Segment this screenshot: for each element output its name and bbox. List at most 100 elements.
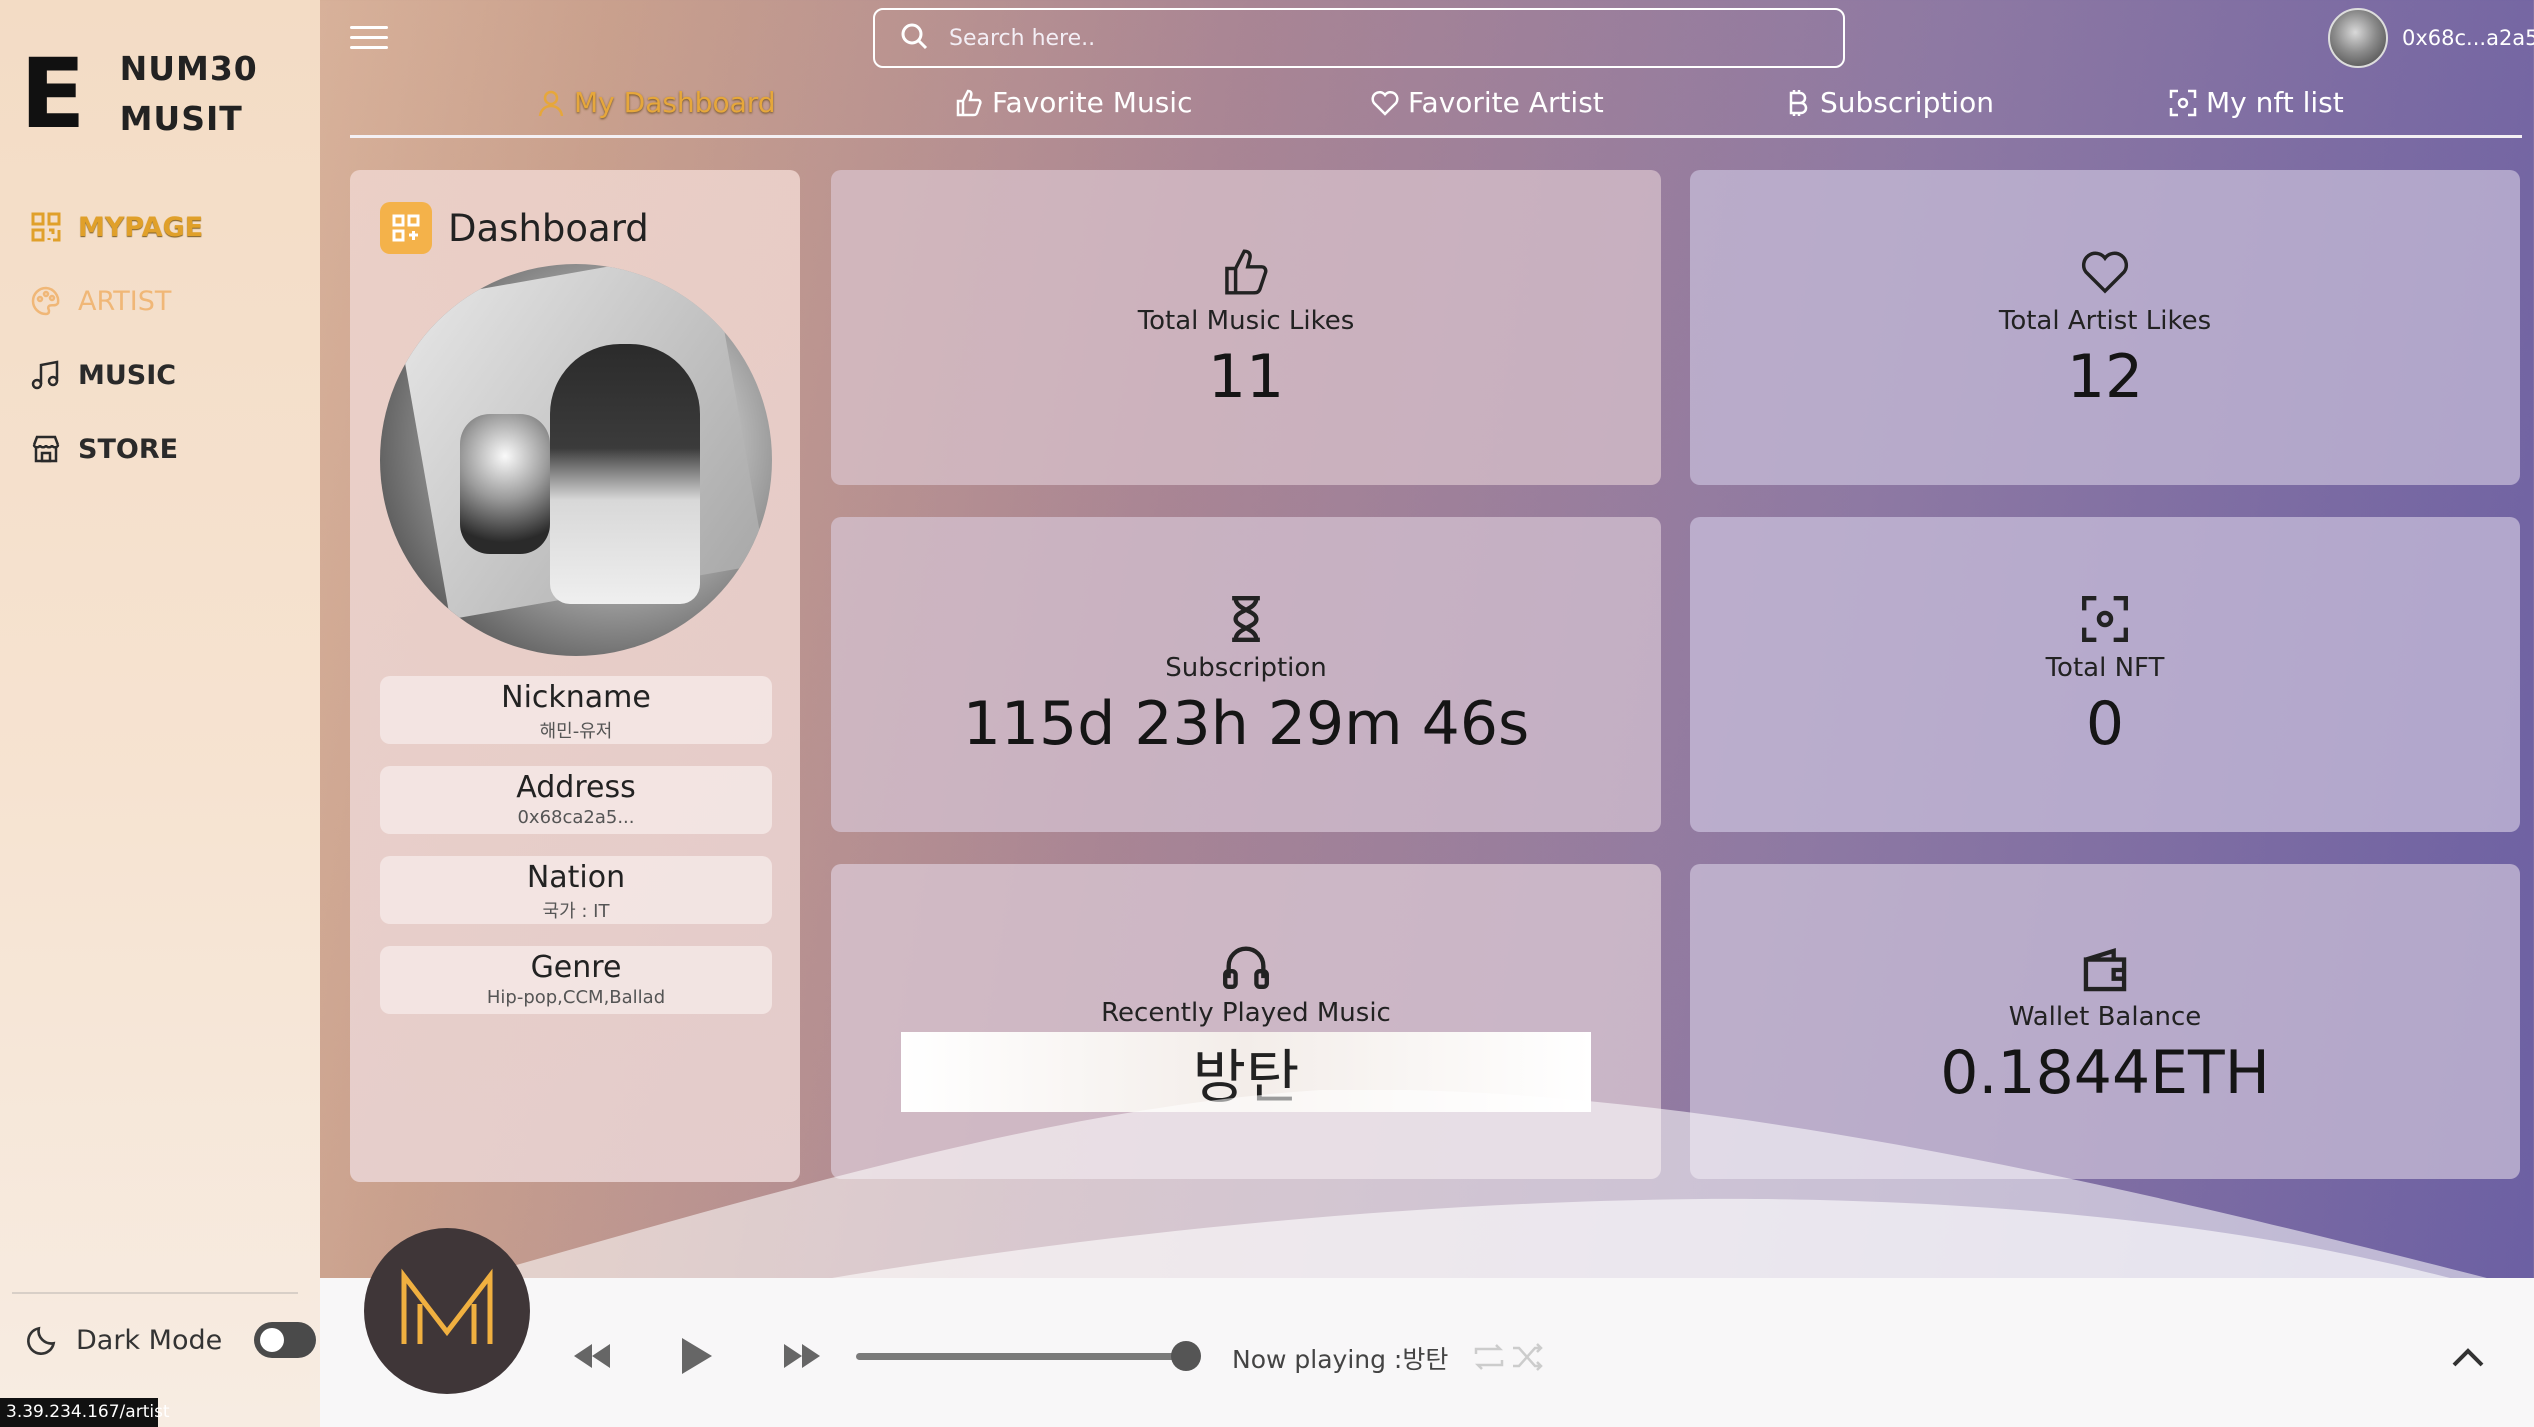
logo-line-2: MUSIT [119,99,243,138]
user-menu[interactable]: 0x68c...a2a5 [2328,8,2534,68]
stat-label: Total NFT [2045,653,2165,683]
card-total-artist-likes: Total Artist Likes 12 [1690,170,2520,485]
stat-label: Recently Played Music [1101,998,1391,1028]
search-input[interactable] [949,25,1809,51]
card-total-nft: Total NFT 0 [1690,517,2520,832]
chevron-up-icon[interactable] [2448,1338,2488,1378]
shuffle-icon[interactable] [1510,1340,1544,1374]
bitcoin-icon [1782,88,1812,118]
info-key: Address [516,770,636,805]
profile-card: Dashboard Nickname 해민-유저 Address 0x68ca2… [350,170,800,1182]
progress-knob[interactable] [1171,1341,1201,1371]
tab-favorite-artist[interactable]: Favorite Artist [1370,86,1604,119]
logo-line-1: NUM30 [119,49,258,88]
tab-label: Subscription [1820,86,1994,119]
sidebar-item-artist[interactable]: ARTIST [28,264,203,338]
music-note-icon [28,357,64,393]
stat-value: 115d 23h 29m 46s [962,689,1530,759]
dark-mode-row: Dark Mode [26,1322,317,1358]
sidebar-item-label: MYPAGE [78,211,204,243]
profile-photo [380,264,772,656]
info-genre: Genre Hip-pop,CCM,Ballad [380,946,772,1014]
card-wallet-balance: Wallet Balance 0.1844ETH [1690,864,2520,1179]
tab-label: Favorite Music [992,86,1193,119]
stat-value: 12 [2066,342,2144,412]
sidebar-item-label: STORE [78,433,179,465]
sidebar: E NUM30 MUSIT MYPAGE ARTIST MUSIC STORE … [0,0,320,1427]
headphones-icon [1220,940,1272,992]
info-key: Nation [526,860,626,895]
hourglass-icon [1220,593,1272,645]
stat-value: 11 [1207,342,1285,412]
info-value: 국가 : IT [542,901,610,922]
profile-header: Dashboard [380,202,649,254]
profile-title: Dashboard [448,206,649,250]
status-bar-url: 3.39.234.167/artist [0,1398,170,1427]
stat-label: Wallet Balance [2008,1002,2202,1032]
card-recently-played: Recently Played Music 방탄 [831,864,1661,1179]
thumbs-up-icon [954,88,984,118]
stat-label: Total Music Likes [1137,306,1355,336]
info-value: Hip-pop,CCM,Ballad [486,987,666,1008]
progress-bar[interactable] [856,1353,1186,1360]
tab-label: Favorite Artist [1408,86,1604,119]
qr-grid-icon [28,209,64,245]
tab-subscription[interactable]: Subscription [1782,86,1994,119]
logo-text: NUM30 MUSIT [120,44,258,144]
sidebar-item-label: ARTIST [78,285,172,317]
album-disc[interactable] [364,1228,530,1394]
avatar[interactable] [2328,8,2388,68]
card-total-music-likes: Total Music Likes 11 [831,170,1661,485]
sidebar-item-store[interactable]: STORE [28,412,203,486]
info-key: Nickname [501,680,651,715]
card-subscription: Subscription 115d 23h 29m 46s [831,517,1661,832]
now-playing-text: Now playing :방탄 [1232,1345,1449,1374]
info-key: Genre [530,950,622,985]
m-logo-icon [392,1264,502,1358]
menu-icon[interactable] [350,26,388,52]
tab-label: My Dashboard [574,86,776,119]
scan-icon [2079,593,2131,645]
heart-icon [1370,88,1400,118]
thumbs-up-icon [1220,246,1272,298]
stat-value: 0 [2085,689,2125,759]
info-nation: Nation 국가 : IT [380,856,772,924]
info-value: 0x68ca2a5... [517,807,635,828]
fast-forward-icon[interactable] [780,1334,824,1378]
tab-label: My nft list [2206,86,2344,119]
stat-label: Subscription [1165,653,1327,683]
sidebar-item-mypage[interactable]: MYPAGE [28,190,203,264]
repeat-icon[interactable] [1472,1340,1506,1374]
dark-mode-label: Dark Mode [76,1324,223,1356]
heart-icon [2079,246,2131,298]
palette-icon [28,283,64,319]
store-icon [28,431,64,467]
rewind-icon[interactable] [570,1334,614,1378]
person-icon [536,88,566,118]
moon-icon [26,1322,62,1358]
app-logo[interactable]: E NUM30 MUSIT [20,44,258,144]
logo-letter: E [20,38,86,150]
sidebar-divider [12,1292,298,1294]
search-icon [899,21,929,55]
sidebar-item-music[interactable]: MUSIC [28,338,203,412]
tab-my-dashboard[interactable]: My Dashboard [536,86,776,119]
scan-icon [2168,88,2198,118]
tab-favorite-music[interactable]: Favorite Music [954,86,1192,119]
sidebar-nav: MYPAGE ARTIST MUSIC STORE [28,190,203,486]
dashboard-icon [380,202,432,254]
stat-label: Total Artist Likes [1998,306,2212,336]
wallet-address: 0x68c...a2a5 [2402,26,2534,50]
info-value: 해민-유저 [539,721,613,742]
dashboard-tabs: My Dashboard Favorite Music Favorite Art… [350,82,2522,138]
stat-value: 0.1844ETH [1940,1038,2270,1108]
dark-mode-toggle[interactable] [254,1322,317,1358]
wallet-icon [2079,944,2131,996]
recent-song-title[interactable]: 방탄 [901,1032,1591,1112]
play-icon[interactable] [674,1334,718,1378]
info-nickname: Nickname 해민-유저 [380,676,772,744]
search-bar [873,8,1845,68]
info-address: Address 0x68ca2a5... [380,766,772,834]
tab-my-nft-list[interactable]: My nft list [2168,86,2344,119]
sidebar-item-label: MUSIC [78,359,177,391]
